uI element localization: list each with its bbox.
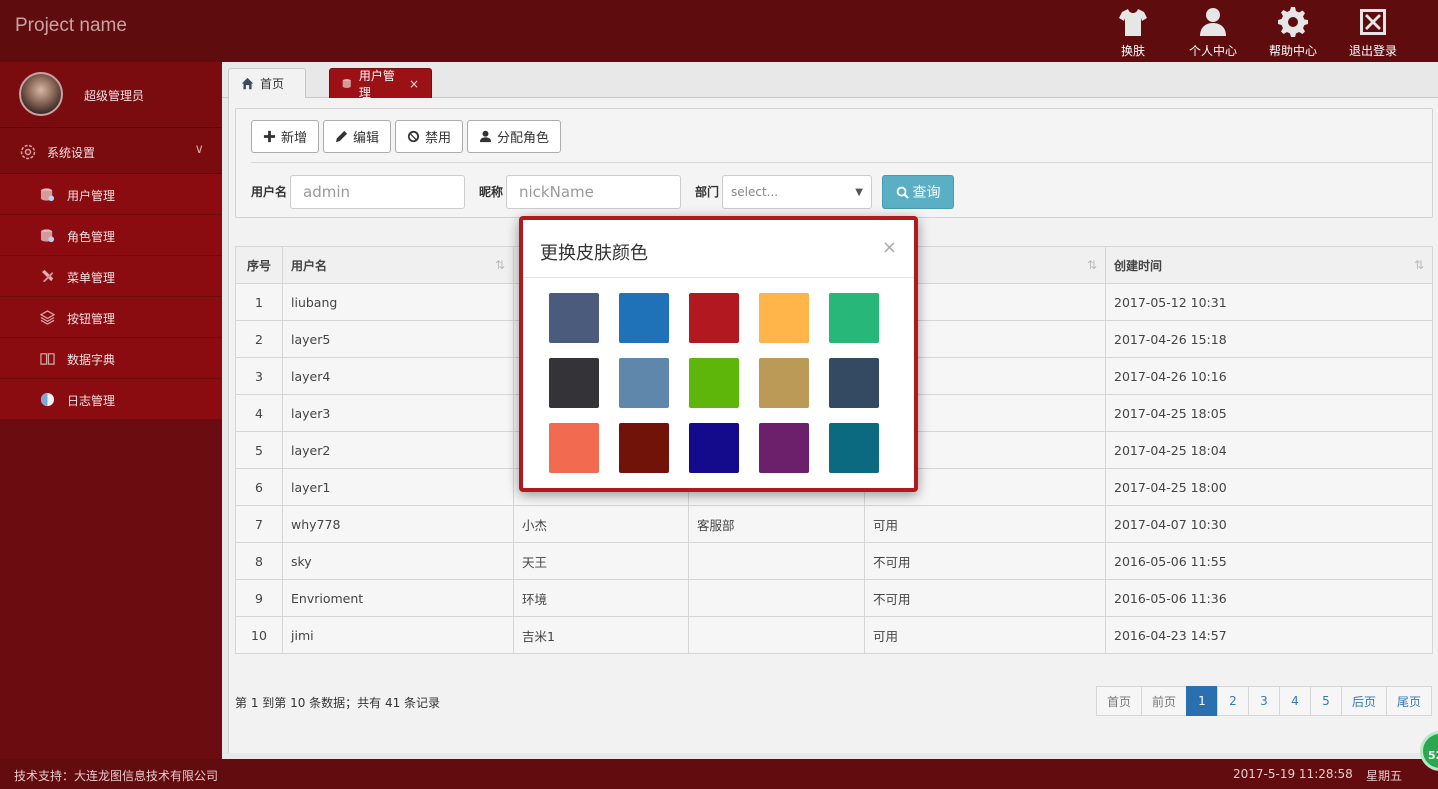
color-swatch[interactable] [759, 293, 809, 343]
color-swatch[interactable] [829, 423, 879, 473]
color-swatch[interactable] [759, 358, 809, 408]
close-icon[interactable]: × [882, 237, 897, 258]
color-swatch[interactable] [689, 423, 739, 473]
color-swatch[interactable] [689, 293, 739, 343]
color-swatch[interactable] [619, 293, 669, 343]
modal-title: 更换皮肤颜色 [540, 243, 648, 264]
color-swatch[interactable] [759, 423, 809, 473]
color-swatch[interactable] [549, 423, 599, 473]
skin-color-modal: 更换皮肤颜色 × [519, 216, 918, 492]
color-swatch-grid [549, 293, 879, 473]
color-swatch[interactable] [619, 423, 669, 473]
modal-header: 更换皮肤颜色 × [523, 220, 914, 278]
color-swatch[interactable] [689, 358, 739, 408]
color-swatch[interactable] [549, 293, 599, 343]
color-swatch[interactable] [619, 358, 669, 408]
color-swatch[interactable] [829, 358, 879, 408]
color-swatch[interactable] [549, 358, 599, 408]
color-swatch[interactable] [829, 293, 879, 343]
